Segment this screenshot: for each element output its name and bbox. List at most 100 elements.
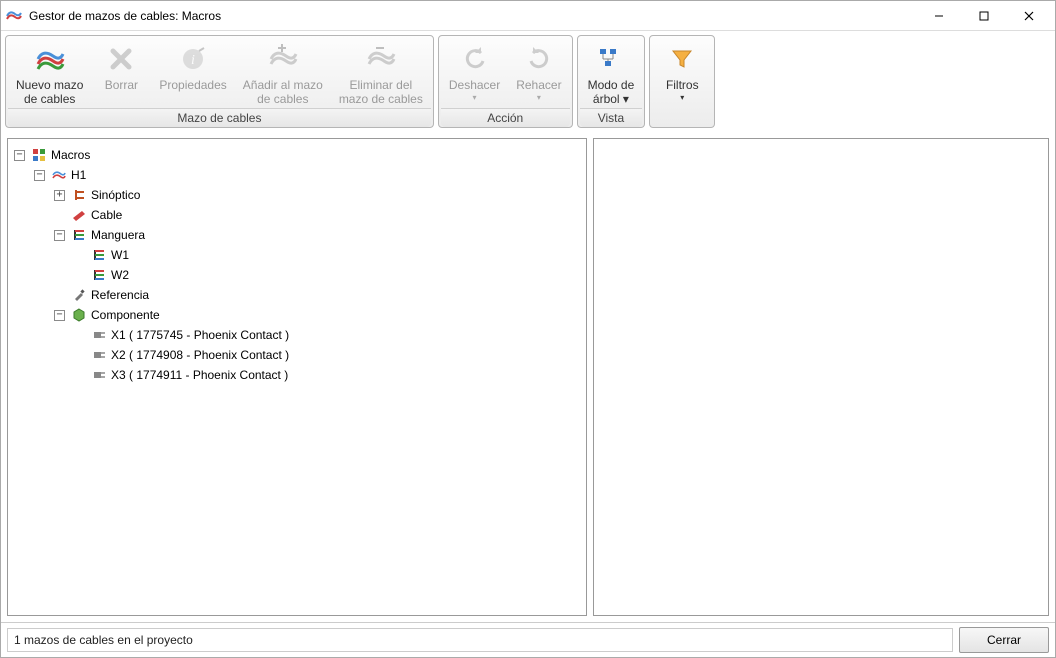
ribbon-group: Modo de árbol ▾ Vista (577, 35, 646, 128)
collapse-toggle[interactable]: − (54, 230, 65, 241)
tree-node: Referencia (54, 285, 582, 305)
tree-row[interactable]: − Componente (54, 305, 582, 325)
chevron-down-icon: ▾ (473, 94, 477, 102)
tree-node-label: Cable (91, 205, 122, 225)
new-harness-button[interactable]: Nuevo mazo de cables (8, 38, 91, 108)
tree-node: −Macros−H1+SinópticoCable−MangueraW1W2Re… (14, 145, 582, 385)
tree-panel[interactable]: −Macros−H1+SinópticoCable−MangueraW1W2Re… (7, 138, 587, 616)
chevron-down-icon: ▾ (680, 94, 684, 102)
ribbon-button-label: Borrar (105, 78, 138, 92)
ribbon-button-label: Rehacer (516, 78, 561, 92)
tree-row[interactable]: X1 ( 1775745 - Phoenix Contact ) (74, 325, 582, 345)
undo-button: Deshacer ▾ (441, 38, 508, 108)
tree-node-label: W1 (111, 245, 129, 265)
tree-node-label: Referencia (91, 285, 149, 305)
add-harness-icon (266, 42, 300, 76)
ribbon-group: Deshacer ▾ Rehacer ▾ Acción (438, 35, 573, 128)
properties-icon: i (176, 42, 210, 76)
app-window: Gestor de mazos de cables: Macros Nuevo … (0, 0, 1056, 658)
sleeve-item-icon (91, 267, 107, 283)
chevron-down-icon: ▾ (537, 94, 541, 102)
tree-row[interactable]: Cable (54, 205, 582, 225)
expand-toggle[interactable]: + (54, 190, 65, 201)
harness-icon (33, 42, 67, 76)
redo-button: Rehacer ▾ (508, 38, 569, 108)
status-text: 1 mazos de cables en el proyecto (7, 628, 953, 652)
add-to-harness-button: Añadir al mazo de cables (235, 38, 331, 108)
titlebar: Gestor de mazos de cables: Macros (1, 1, 1055, 31)
reference-icon (71, 287, 87, 303)
connector-icon (91, 347, 107, 363)
tree-node: − ComponenteX1 ( 1775745 - Phoenix Contac… (54, 305, 582, 385)
sleeve-icon (71, 227, 87, 243)
close-window-button[interactable] (1006, 2, 1051, 30)
tree-node: Cable (54, 205, 582, 225)
ribbon-group-title: Acción (441, 108, 570, 127)
ribbon-toolbar: Nuevo mazo de cables Borrar i Propiedades Añ… (5, 35, 1051, 128)
tree-node-label: X1 ( 1775745 - Phoenix Contact ) (111, 325, 289, 345)
ribbon-button-label: Propiedades (159, 78, 226, 92)
ribbon-button-label: Deshacer (449, 78, 500, 92)
ribbon-group: Filtros ▾ (649, 35, 715, 128)
expander-placeholder (74, 330, 85, 341)
tree-row[interactable]: Referencia (54, 285, 582, 305)
tree-row[interactable]: − Manguera (54, 225, 582, 245)
expander-placeholder (54, 290, 65, 301)
filters-button[interactable]: Filtros ▾ (652, 38, 712, 127)
collapse-toggle[interactable]: − (34, 170, 45, 181)
window-controls (916, 2, 1051, 30)
tree-node: X3 ( 1774911 - Phoenix Contact ) (74, 365, 582, 385)
tree-node: + Sinóptico (54, 185, 582, 205)
collapse-toggle[interactable]: − (14, 150, 25, 161)
tree-node: − H1 + SinópticoCable − MangueraW1W2Referenci… (34, 165, 582, 385)
tree-row[interactable]: X2 ( 1774908 - Phoenix Contact ) (74, 345, 582, 365)
tree-node-label: X2 ( 1774908 - Phoenix Contact ) (111, 345, 289, 365)
collapse-toggle[interactable]: − (54, 310, 65, 321)
tree-mode-button[interactable]: Modo de árbol ▾ (580, 38, 643, 108)
expander-placeholder (74, 250, 85, 261)
tree-mode-icon (594, 42, 628, 76)
detail-panel (593, 138, 1049, 616)
macros-icon (31, 147, 47, 163)
tree-row[interactable]: W2 (74, 265, 582, 285)
ribbon-group-title: Vista (580, 108, 643, 127)
ribbon-button-label: Añadir al mazo de cables (243, 78, 323, 106)
maximize-button[interactable] (961, 2, 1006, 30)
redo-icon (522, 42, 556, 76)
tree-row[interactable]: −Macros (14, 145, 582, 165)
tree-node: W2 (74, 265, 582, 285)
remove-harness-icon (364, 42, 398, 76)
minimize-button[interactable] (916, 2, 961, 30)
tree-node-label: Componente (91, 305, 160, 325)
tree-node-label: Sinóptico (91, 185, 140, 205)
tree-node: X1 ( 1775745 - Phoenix Contact ) (74, 325, 582, 345)
ribbon-group-title: Mazo de cables (8, 108, 431, 127)
expander-placeholder (54, 210, 65, 221)
ribbon-button-label: Filtros (666, 78, 699, 92)
tree-node-label: Manguera (91, 225, 145, 245)
expander-placeholder (74, 370, 85, 381)
statusbar: 1 mazos de cables en el proyecto Cerrar (1, 622, 1055, 657)
tree-row[interactable]: X3 ( 1774911 - Phoenix Contact ) (74, 365, 582, 385)
close-button[interactable]: Cerrar (959, 627, 1049, 653)
tree-row[interactable]: W1 (74, 245, 582, 265)
tree-node-label: H1 (71, 165, 86, 185)
app-icon (5, 7, 23, 25)
tree-row[interactable]: − H1 (34, 165, 582, 185)
tree-node-label: X3 ( 1774911 - Phoenix Contact ) (111, 365, 288, 385)
ribbon-button-label: Nuevo mazo de cables (16, 78, 83, 106)
tree-row[interactable]: + Sinóptico (54, 185, 582, 205)
remove-from-harness-button: Eliminar del mazo de cables (331, 38, 431, 108)
client-area: −Macros−H1+SinópticoCable−MangueraW1W2Re… (1, 132, 1055, 622)
window-title: Gestor de mazos de cables: Macros (29, 9, 916, 23)
component-icon (71, 307, 87, 323)
cable-icon (71, 207, 87, 223)
connector-icon (91, 327, 107, 343)
tree-node: − MangueraW1W2 (54, 225, 582, 285)
connector-icon (91, 367, 107, 383)
tree-node-label: W2 (111, 265, 129, 285)
expander-placeholder (74, 350, 85, 361)
expander-placeholder (74, 270, 85, 281)
ribbon-button-label: Modo de árbol ▾ (588, 78, 635, 106)
ribbon-group: Nuevo mazo de cables Borrar i Propiedades Añ… (5, 35, 434, 128)
